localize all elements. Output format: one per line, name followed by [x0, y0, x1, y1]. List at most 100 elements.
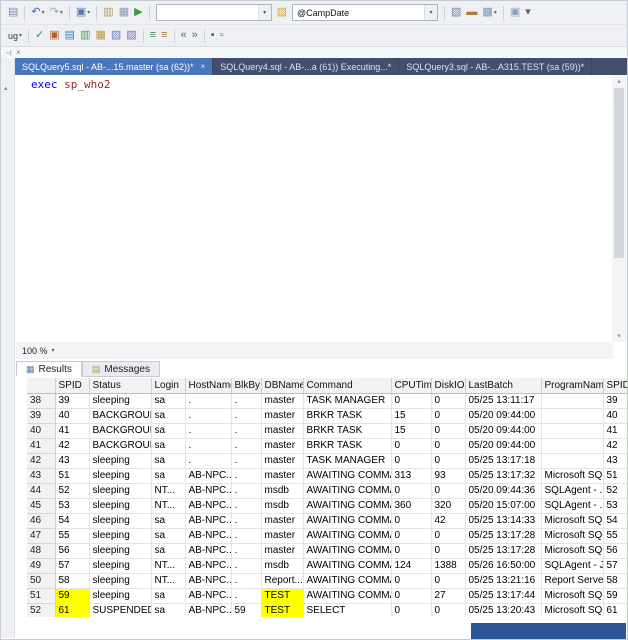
- grid-cell[interactable]: AB-NPC...: [185, 603, 232, 617]
- grid-cell[interactable]: 0: [431, 438, 466, 454]
- grid-cell[interactable]: 42: [603, 438, 627, 454]
- grid-cell[interactable]: Microsoft SQ...: [541, 468, 604, 484]
- grid-cell[interactable]: 360: [391, 498, 432, 514]
- grid-cell[interactable]: 0: [391, 393, 432, 409]
- grid-cell[interactable]: 0: [431, 393, 466, 409]
- column-header[interactable]: SPID: [55, 378, 90, 394]
- grid-cell[interactable]: BRKR TASK: [303, 438, 392, 454]
- grid-cell[interactable]: .: [185, 408, 232, 424]
- grid-cell[interactable]: AB-NPC...: [185, 468, 232, 484]
- grid-cell[interactable]: 05/25 13:20:43: [465, 603, 542, 617]
- database-button[interactable]: ▤: [63, 27, 77, 45]
- column-header[interactable]: BlkBy: [231, 378, 262, 394]
- tab-messages[interactable]: ▤ Messages: [81, 361, 160, 377]
- grid-cell[interactable]: .: [231, 408, 262, 424]
- grid-cell[interactable]: sa: [151, 603, 186, 617]
- grid-cell[interactable]: 0: [391, 513, 432, 529]
- grid-cell[interactable]: Report Server: [541, 573, 604, 589]
- grid-cell[interactable]: master: [261, 423, 304, 439]
- grid-cell[interactable]: SELECT: [303, 603, 392, 617]
- grid-cell[interactable]: 0: [391, 453, 432, 469]
- grid-cell[interactable]: AWAITING COMMAND: [303, 483, 392, 499]
- grid-cell[interactable]: AWAITING COMMAND: [303, 543, 392, 559]
- grid-cell[interactable]: AB-NPC...: [185, 573, 232, 589]
- grid-cell[interactable]: AB-NPC...: [185, 543, 232, 559]
- grid-cell[interactable]: AB-NPC...: [185, 498, 232, 514]
- grid-cell[interactable]: 61: [55, 603, 90, 617]
- chevron-down-icon[interactable]: ▾: [257, 5, 271, 20]
- grid-cell[interactable]: sa: [151, 528, 186, 544]
- grid-cell[interactable]: 320: [431, 498, 466, 514]
- print-button[interactable]: ▦: [117, 4, 131, 22]
- grid-cell[interactable]: 55: [603, 528, 627, 544]
- grid-cell[interactable]: 0: [391, 543, 432, 559]
- grid-cell[interactable]: 0: [391, 438, 432, 454]
- grid-cell[interactable]: sleeping: [89, 498, 152, 514]
- grid-cell[interactable]: 05/20 09:44:00: [465, 408, 542, 424]
- grid-cell[interactable]: master: [261, 408, 304, 424]
- grid-cell[interactable]: 58: [603, 573, 627, 589]
- grid-cell[interactable]: 05/25 13:14:33: [465, 513, 542, 529]
- grid-cell[interactable]: master: [261, 393, 304, 409]
- row-header[interactable]: 42: [27, 453, 56, 469]
- grid-cell[interactable]: sleeping: [89, 528, 152, 544]
- grid-cell[interactable]: 313: [391, 468, 432, 484]
- grid-cell[interactable]: 0: [391, 573, 432, 589]
- grid-cell[interactable]: TEST: [261, 588, 304, 604]
- grid-cell[interactable]: sa: [151, 543, 186, 559]
- grid-cell[interactable]: BACKGROUND: [89, 408, 152, 424]
- column-header[interactable]: [27, 378, 56, 394]
- row-header[interactable]: 49: [27, 558, 56, 574]
- grid-cell[interactable]: 05/25 13:17:18: [465, 453, 542, 469]
- debug-button[interactable]: ug ▾: [6, 27, 24, 45]
- grid-cell[interactable]: 05/20 09:44:36: [465, 483, 542, 499]
- grid-cell[interactable]: master: [261, 528, 304, 544]
- grid-cell[interactable]: Microsoft SQ...: [541, 543, 604, 559]
- filter-button[interactable]: ▧: [449, 4, 463, 22]
- redo-button[interactable]: ↷ ▾: [48, 4, 65, 22]
- outdent-button[interactable]: «: [179, 27, 189, 45]
- grid-cell[interactable]: [541, 438, 604, 454]
- grid-cell[interactable]: .: [231, 498, 262, 514]
- grid-cell[interactable]: AB-NPC...: [185, 588, 232, 604]
- grid-cell[interactable]: [541, 408, 604, 424]
- grid-cell[interactable]: 39: [55, 393, 90, 409]
- scroll-down-icon[interactable]: ▾: [612, 330, 626, 342]
- grid-cell[interactable]: .: [231, 588, 262, 604]
- grid-cell[interactable]: .: [231, 543, 262, 559]
- grid-cell[interactable]: 40: [603, 408, 627, 424]
- column-header[interactable]: Login: [151, 378, 186, 394]
- bookmark-clear-button[interactable]: ▫: [218, 27, 226, 45]
- windows-button[interactable]: ▣: [508, 4, 522, 22]
- close-icon[interactable]: ×: [201, 62, 206, 71]
- grid-cell[interactable]: .: [231, 573, 262, 589]
- grid-cell[interactable]: master: [261, 438, 304, 454]
- grid-cell[interactable]: 05/20 09:44:00: [465, 438, 542, 454]
- grid-cell[interactable]: 56: [603, 543, 627, 559]
- grid-cell[interactable]: Microsoft SQ...: [541, 588, 604, 604]
- grid-cell[interactable]: 52: [603, 483, 627, 499]
- toolbar-overflow-button[interactable]: ▾: [523, 4, 533, 22]
- column-header[interactable]: Status: [89, 378, 152, 394]
- grid-cell[interactable]: sa: [151, 588, 186, 604]
- import-button[interactable]: ▦: [93, 27, 107, 45]
- grid-cell[interactable]: Microsoft SQ...: [541, 603, 604, 617]
- grid-cell[interactable]: AWAITING COMMAND: [303, 558, 392, 574]
- grid-cell[interactable]: TASK MANAGER: [303, 453, 392, 469]
- grid-cell[interactable]: AB-NPC...: [185, 483, 232, 499]
- grid-cell[interactable]: AWAITING COMMAND: [303, 498, 392, 514]
- edit-button[interactable]: ▬: [464, 4, 479, 22]
- grid-cell[interactable]: 05/25 13:17:44: [465, 588, 542, 604]
- grid-cell[interactable]: sleeping: [89, 558, 152, 574]
- row-header[interactable]: 50: [27, 573, 56, 589]
- grid-cell[interactable]: .: [231, 483, 262, 499]
- grid-cell[interactable]: [541, 423, 604, 439]
- row-header[interactable]: 43: [27, 468, 56, 484]
- grid-cell[interactable]: 1388: [431, 558, 466, 574]
- grid-cell[interactable]: NT...: [151, 483, 186, 499]
- campdate-combo[interactable]: @CampDate ▾: [291, 4, 438, 21]
- grid-cell[interactable]: 05/20 15:07:00: [465, 498, 542, 514]
- grid-cell[interactable]: AWAITING COMMAND: [303, 573, 392, 589]
- grid-cell[interactable]: AWAITING COMMAND: [303, 468, 392, 484]
- comment-button[interactable]: ≡: [148, 27, 158, 45]
